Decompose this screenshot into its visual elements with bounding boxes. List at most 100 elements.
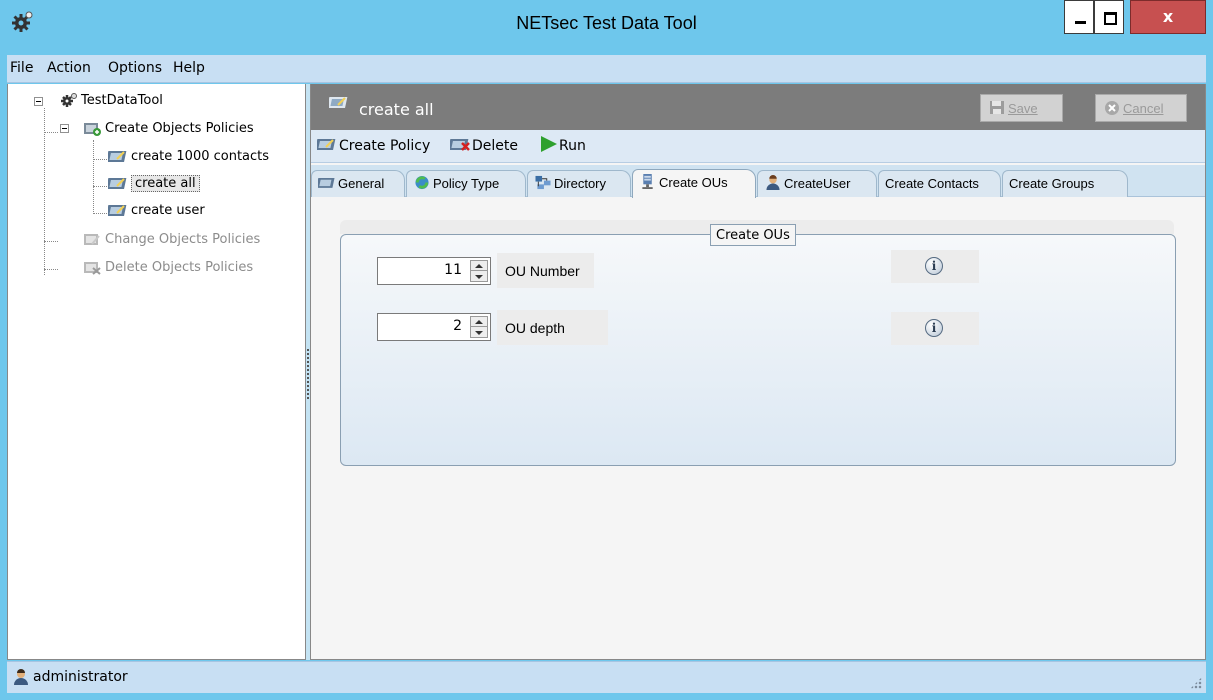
- tab-label: Policy Type: [433, 176, 500, 191]
- info-icon[interactable]: i: [925, 257, 943, 275]
- directory-icon: [535, 176, 551, 190]
- ou-depth-label: OU depth: [497, 310, 608, 345]
- tab-general[interactable]: General: [311, 170, 405, 197]
- app-window: NETsec Test Data Tool x File Action Opti…: [0, 0, 1213, 700]
- save-button[interactable]: Save: [980, 94, 1063, 122]
- tree-line: [93, 159, 107, 160]
- save-label: Save: [1008, 101, 1038, 116]
- policy-icon: [108, 204, 127, 216]
- tree-node-delete-policies[interactable]: Delete Objects Policies: [82, 259, 253, 277]
- maximize-button[interactable]: [1094, 0, 1124, 34]
- tab-directory[interactable]: Directory: [527, 170, 631, 197]
- gear-icon: [61, 92, 77, 107]
- menu-options[interactable]: Options: [108, 60, 162, 76]
- ou-number-label: OU Number: [497, 253, 594, 288]
- ou-number-value: 11: [444, 262, 462, 278]
- tree-node-change-policies[interactable]: Change Objects Policies: [82, 231, 260, 249]
- delete-label: Delete: [472, 138, 518, 154]
- tree-node-label: TestDataTool: [81, 93, 163, 108]
- policy-icon: [329, 97, 348, 108]
- create-policy-button[interactable]: Create Policy: [317, 138, 430, 154]
- run-button[interactable]: Run: [539, 136, 586, 154]
- tab-label: Create Contacts: [885, 176, 979, 191]
- window-title: NETsec Test Data Tool: [516, 13, 697, 33]
- tab-label: Create OUs: [659, 175, 728, 190]
- policy-icon: [317, 139, 336, 150]
- close-icon: x: [1162, 7, 1174, 26]
- spinner: [470, 316, 488, 338]
- tree-line: [44, 269, 58, 270]
- tab-label: Directory: [554, 176, 607, 191]
- create-ous-panel: Create OUs 11 OU Number i 2 OU depth i: [311, 197, 1205, 658]
- tree-item-create-all[interactable]: create all: [108, 175, 200, 193]
- tab-label: CreateUser: [784, 176, 851, 191]
- menu-file[interactable]: File: [10, 60, 33, 76]
- increment-arrow-icon[interactable]: [471, 317, 487, 327]
- tree-node-label: create all: [131, 175, 200, 192]
- tree-node-root[interactable]: TestDataTool: [60, 92, 163, 110]
- floppy-icon: [990, 101, 1004, 114]
- policy-editor: create all Save Cancel Create Policy Del…: [310, 84, 1206, 660]
- policy-title: create all: [359, 100, 434, 119]
- cancel-button[interactable]: Cancel: [1095, 94, 1187, 122]
- ou-number-stepper[interactable]: 11: [377, 257, 491, 285]
- run-label: Run: [559, 138, 586, 154]
- delete-button[interactable]: Delete: [450, 138, 518, 154]
- create-policy-label: Create Policy: [339, 138, 431, 154]
- ou-depth-value: 2: [453, 318, 462, 334]
- collapse-toggle[interactable]: [60, 124, 69, 133]
- policy-tree: TestDataTool Create Objects Policies cre…: [7, 84, 306, 660]
- spinner: [470, 260, 488, 282]
- tree-item-create-1000-contacts[interactable]: create 1000 contacts: [108, 148, 269, 166]
- policy-folder-delete-icon: [84, 261, 101, 275]
- menu-action[interactable]: Action: [47, 60, 91, 76]
- ou-depth-info: i: [891, 312, 979, 345]
- tree-node-label: create 1000 contacts: [131, 149, 270, 164]
- resize-grip-icon[interactable]: [1190, 677, 1202, 689]
- tree-node-create-policies[interactable]: Create Objects Policies: [82, 120, 254, 138]
- policy-icon: [108, 150, 127, 162]
- menu-help[interactable]: Help: [173, 60, 205, 76]
- server-icon: [642, 174, 653, 190]
- policy-icon: [108, 177, 127, 189]
- tree-item-create-user[interactable]: create user: [108, 202, 205, 220]
- policy-folder-change-icon: [84, 233, 100, 245]
- tab-label: General: [338, 176, 385, 191]
- policy-icon: [318, 178, 335, 188]
- tab-create-groups[interactable]: Create Groups: [1002, 170, 1128, 197]
- decrement-arrow-icon[interactable]: [471, 328, 487, 338]
- decrement-arrow-icon[interactable]: [471, 272, 487, 282]
- delete-policy-icon: [450, 139, 470, 151]
- play-icon: [541, 136, 557, 152]
- close-button[interactable]: x: [1130, 0, 1206, 34]
- create-ous-groupbox: 11 OU Number i 2 OU depth i: [340, 234, 1176, 466]
- tree-node-label: create user: [131, 203, 205, 218]
- ou-depth-stepper[interactable]: 2: [377, 313, 491, 341]
- group-title: Create OUs: [710, 224, 796, 246]
- tab-label: Create Groups: [1009, 176, 1095, 191]
- tree-node-label: Create Objects Policies: [105, 121, 254, 136]
- user-icon: [766, 175, 780, 191]
- tab-create-ous[interactable]: Create OUs: [632, 169, 756, 198]
- title-bar: NETsec Test Data Tool x: [0, 0, 1213, 51]
- tab-create-contacts[interactable]: Create Contacts: [878, 170, 1001, 197]
- tree-node-label: Delete Objects Policies: [105, 260, 254, 275]
- user-icon: [14, 669, 28, 685]
- policy-folder-add-icon: [84, 122, 101, 136]
- tab-policy-type[interactable]: Policy Type: [406, 170, 526, 197]
- tab-createuser[interactable]: CreateUser: [757, 170, 877, 197]
- tree-line: [93, 186, 107, 187]
- collapse-toggle[interactable]: [34, 97, 43, 106]
- tree-node-label: Change Objects Policies: [105, 232, 261, 247]
- tree-line: [93, 140, 94, 214]
- minimize-button[interactable]: [1064, 0, 1094, 34]
- tab-strip: General Policy Type Directory Create OUs…: [311, 165, 1205, 198]
- menu-bar: File Action Options Help: [7, 55, 1206, 83]
- info-icon[interactable]: i: [925, 319, 943, 337]
- increment-arrow-icon[interactable]: [471, 261, 487, 271]
- tree-line: [44, 132, 58, 133]
- cancel-label: Cancel: [1123, 101, 1164, 116]
- tree-line: [44, 241, 58, 242]
- ou-number-info: i: [891, 250, 979, 283]
- policy-type-icon: [415, 176, 429, 190]
